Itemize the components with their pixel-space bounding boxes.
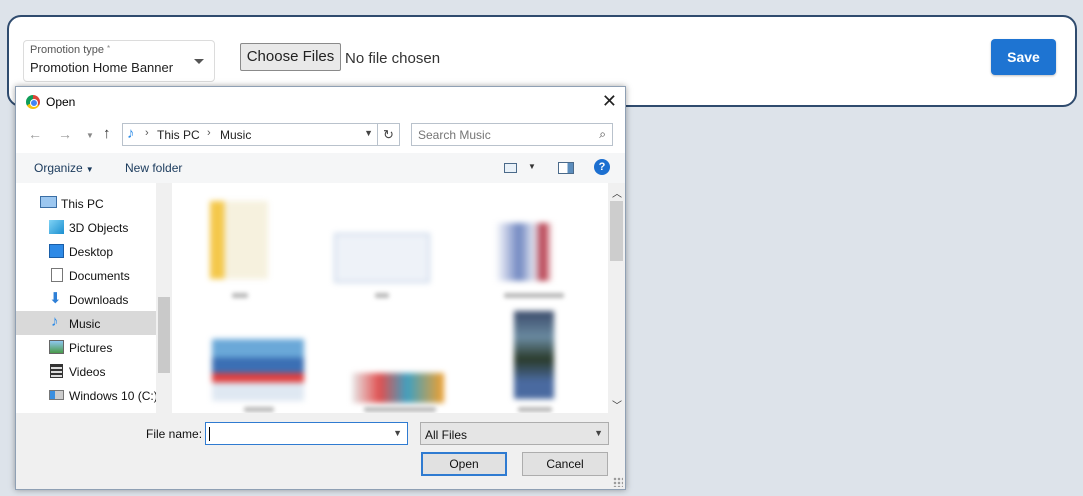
file-caption bbox=[504, 293, 564, 298]
sidebar-item-3d-objects[interactable]: 3D Objects bbox=[16, 215, 156, 239]
breadcrumb-music[interactable]: Music bbox=[220, 128, 251, 142]
drive-icon bbox=[49, 390, 64, 400]
navigation-pane: This PC 3D Objects Desktop Documents ⬇ D… bbox=[16, 183, 156, 413]
preview-pane-icon[interactable] bbox=[558, 162, 574, 174]
promotion-type-select[interactable]: Promotion type * Promotion Home Banner bbox=[23, 40, 215, 82]
file-thumbnail[interactable] bbox=[514, 311, 554, 399]
sidebar-item-documents[interactable]: Documents bbox=[16, 263, 156, 287]
file-thumbnail[interactable] bbox=[212, 339, 304, 401]
sidebar-item-music[interactable]: ♪ Music bbox=[16, 311, 156, 335]
sidebar-item-label: Downloads bbox=[69, 293, 129, 307]
chevron-down-icon[interactable]: ▼ bbox=[393, 428, 402, 438]
choose-files-button[interactable]: Choose Files bbox=[240, 43, 341, 71]
file-caption bbox=[375, 293, 389, 298]
file-list-scrollbar[interactable]: ︿ ﹀ bbox=[608, 183, 625, 413]
file-name-input[interactable] bbox=[209, 426, 389, 442]
promotion-type-label: Promotion type * bbox=[30, 44, 111, 56]
open-button[interactable]: Open bbox=[421, 452, 507, 476]
sidebar-item-label: Music bbox=[69, 317, 101, 331]
promotion-type-value: Promotion Home Banner bbox=[30, 60, 174, 75]
file-thumbnail[interactable] bbox=[334, 233, 430, 283]
close-icon[interactable]: ✕ bbox=[602, 91, 617, 112]
videos-icon bbox=[50, 364, 63, 378]
recent-locations-chevron-icon[interactable]: ▼ bbox=[86, 131, 94, 140]
up-arrow-icon[interactable]: ↑ bbox=[103, 125, 111, 142]
music-icon: ♪ bbox=[127, 125, 135, 142]
document-icon bbox=[51, 268, 63, 282]
file-caption bbox=[364, 407, 436, 412]
new-folder-button[interactable]: New folder bbox=[125, 161, 182, 175]
view-options-icon[interactable] bbox=[504, 163, 517, 173]
chevron-down-icon: ▼ bbox=[594, 428, 603, 438]
sidebar-item-desktop[interactable]: Desktop bbox=[16, 239, 156, 263]
required-mark: * bbox=[107, 44, 111, 53]
sidebar-item-label: Documents bbox=[69, 269, 130, 283]
sidebar-item-downloads[interactable]: ⬇ Downloads bbox=[16, 287, 156, 311]
cancel-button[interactable]: Cancel bbox=[522, 452, 608, 476]
scrollbar-thumb[interactable] bbox=[610, 201, 623, 261]
sidebar-item-label: 3D Objects bbox=[69, 221, 129, 235]
back-arrow-icon[interactable]: ← bbox=[28, 126, 42, 142]
dialog-content: This PC 3D Objects Desktop Documents ⬇ D… bbox=[16, 183, 625, 413]
open-file-dialog: Open ✕ ← → ▼ ↑ ♪ › This PC › Music ▼ ↻ ⌕… bbox=[15, 86, 626, 490]
download-icon: ⬇ bbox=[49, 290, 62, 307]
file-name-label: File name: bbox=[146, 427, 203, 441]
file-thumbnail[interactable] bbox=[476, 223, 572, 281]
desktop-icon bbox=[49, 244, 64, 258]
cube-icon bbox=[49, 220, 64, 234]
address-bar[interactable]: ♪ › This PC › Music ▼ bbox=[122, 123, 378, 146]
chevron-down-icon: ▼ bbox=[85, 165, 94, 174]
save-button[interactable]: Save bbox=[991, 39, 1056, 75]
breadcrumb-this-pc[interactable]: This PC bbox=[157, 128, 200, 142]
dialog-title: Open bbox=[46, 95, 76, 109]
sidebar-item-label: Desktop bbox=[69, 245, 114, 259]
pc-icon bbox=[40, 196, 57, 208]
dialog-toolbar: Organize ▼ New folder ▼ ? bbox=[16, 153, 625, 183]
search-icon: ⌕ bbox=[599, 127, 606, 141]
search-box[interactable]: ⌕ bbox=[411, 123, 613, 146]
breadcrumb-separator-icon: › bbox=[207, 127, 211, 139]
pictures-icon bbox=[49, 340, 64, 354]
chrome-icon bbox=[26, 95, 40, 109]
scroll-down-icon[interactable]: ﹀ bbox=[612, 397, 622, 412]
search-input[interactable] bbox=[416, 127, 586, 143]
resize-grip-icon[interactable] bbox=[613, 477, 623, 487]
scroll-up-icon[interactable]: ︿ bbox=[612, 185, 622, 200]
sidebar-item-label: Videos bbox=[69, 365, 106, 379]
file-type-value: All Files bbox=[425, 428, 468, 442]
help-icon[interactable]: ? bbox=[594, 159, 610, 175]
dialog-titlebar[interactable]: Open ✕ bbox=[16, 87, 625, 117]
music-icon: ♪ bbox=[51, 313, 59, 330]
chevron-down-icon bbox=[194, 59, 204, 64]
sidebar-item-label: This PC bbox=[61, 197, 104, 211]
file-name-field[interactable]: ▼ bbox=[205, 422, 408, 445]
sidebar-item-label: Pictures bbox=[69, 341, 113, 355]
navigation-bar: ← → ▼ ↑ ♪ › This PC › Music ▼ ↻ ⌕ bbox=[16, 117, 625, 153]
sidebar-item-this-pc[interactable]: This PC bbox=[16, 191, 156, 215]
sidebar-item-videos[interactable]: Videos bbox=[16, 359, 156, 383]
refresh-icon[interactable]: ↻ bbox=[378, 123, 400, 146]
dialog-footer: File name: ▼ All Files ▼ Open Cancel bbox=[16, 413, 625, 489]
sidebar-item-label: Windows 10 (C:) bbox=[69, 389, 156, 403]
sidebar-item-pictures[interactable]: Pictures bbox=[16, 335, 156, 359]
file-list bbox=[172, 183, 608, 413]
file-caption bbox=[244, 407, 274, 412]
file-type-select[interactable]: All Files ▼ bbox=[420, 422, 609, 445]
breadcrumb-separator-icon: › bbox=[145, 127, 149, 139]
scrollbar-thumb[interactable] bbox=[158, 297, 170, 373]
no-file-text: No file chosen bbox=[345, 50, 441, 67]
organize-menu[interactable]: Organize ▼ bbox=[34, 161, 94, 175]
file-caption bbox=[232, 293, 248, 298]
chevron-down-icon[interactable]: ▼ bbox=[364, 128, 373, 138]
file-thumbnail[interactable] bbox=[352, 373, 444, 403]
navigation-pane-scrollbar[interactable] bbox=[156, 183, 172, 413]
chevron-down-icon[interactable]: ▼ bbox=[528, 162, 536, 171]
file-caption bbox=[518, 407, 552, 412]
forward-arrow-icon[interactable]: → bbox=[58, 126, 72, 142]
file-thumbnail[interactable] bbox=[210, 201, 268, 279]
sidebar-item-windows-drive[interactable]: Windows 10 (C:) bbox=[16, 383, 156, 407]
